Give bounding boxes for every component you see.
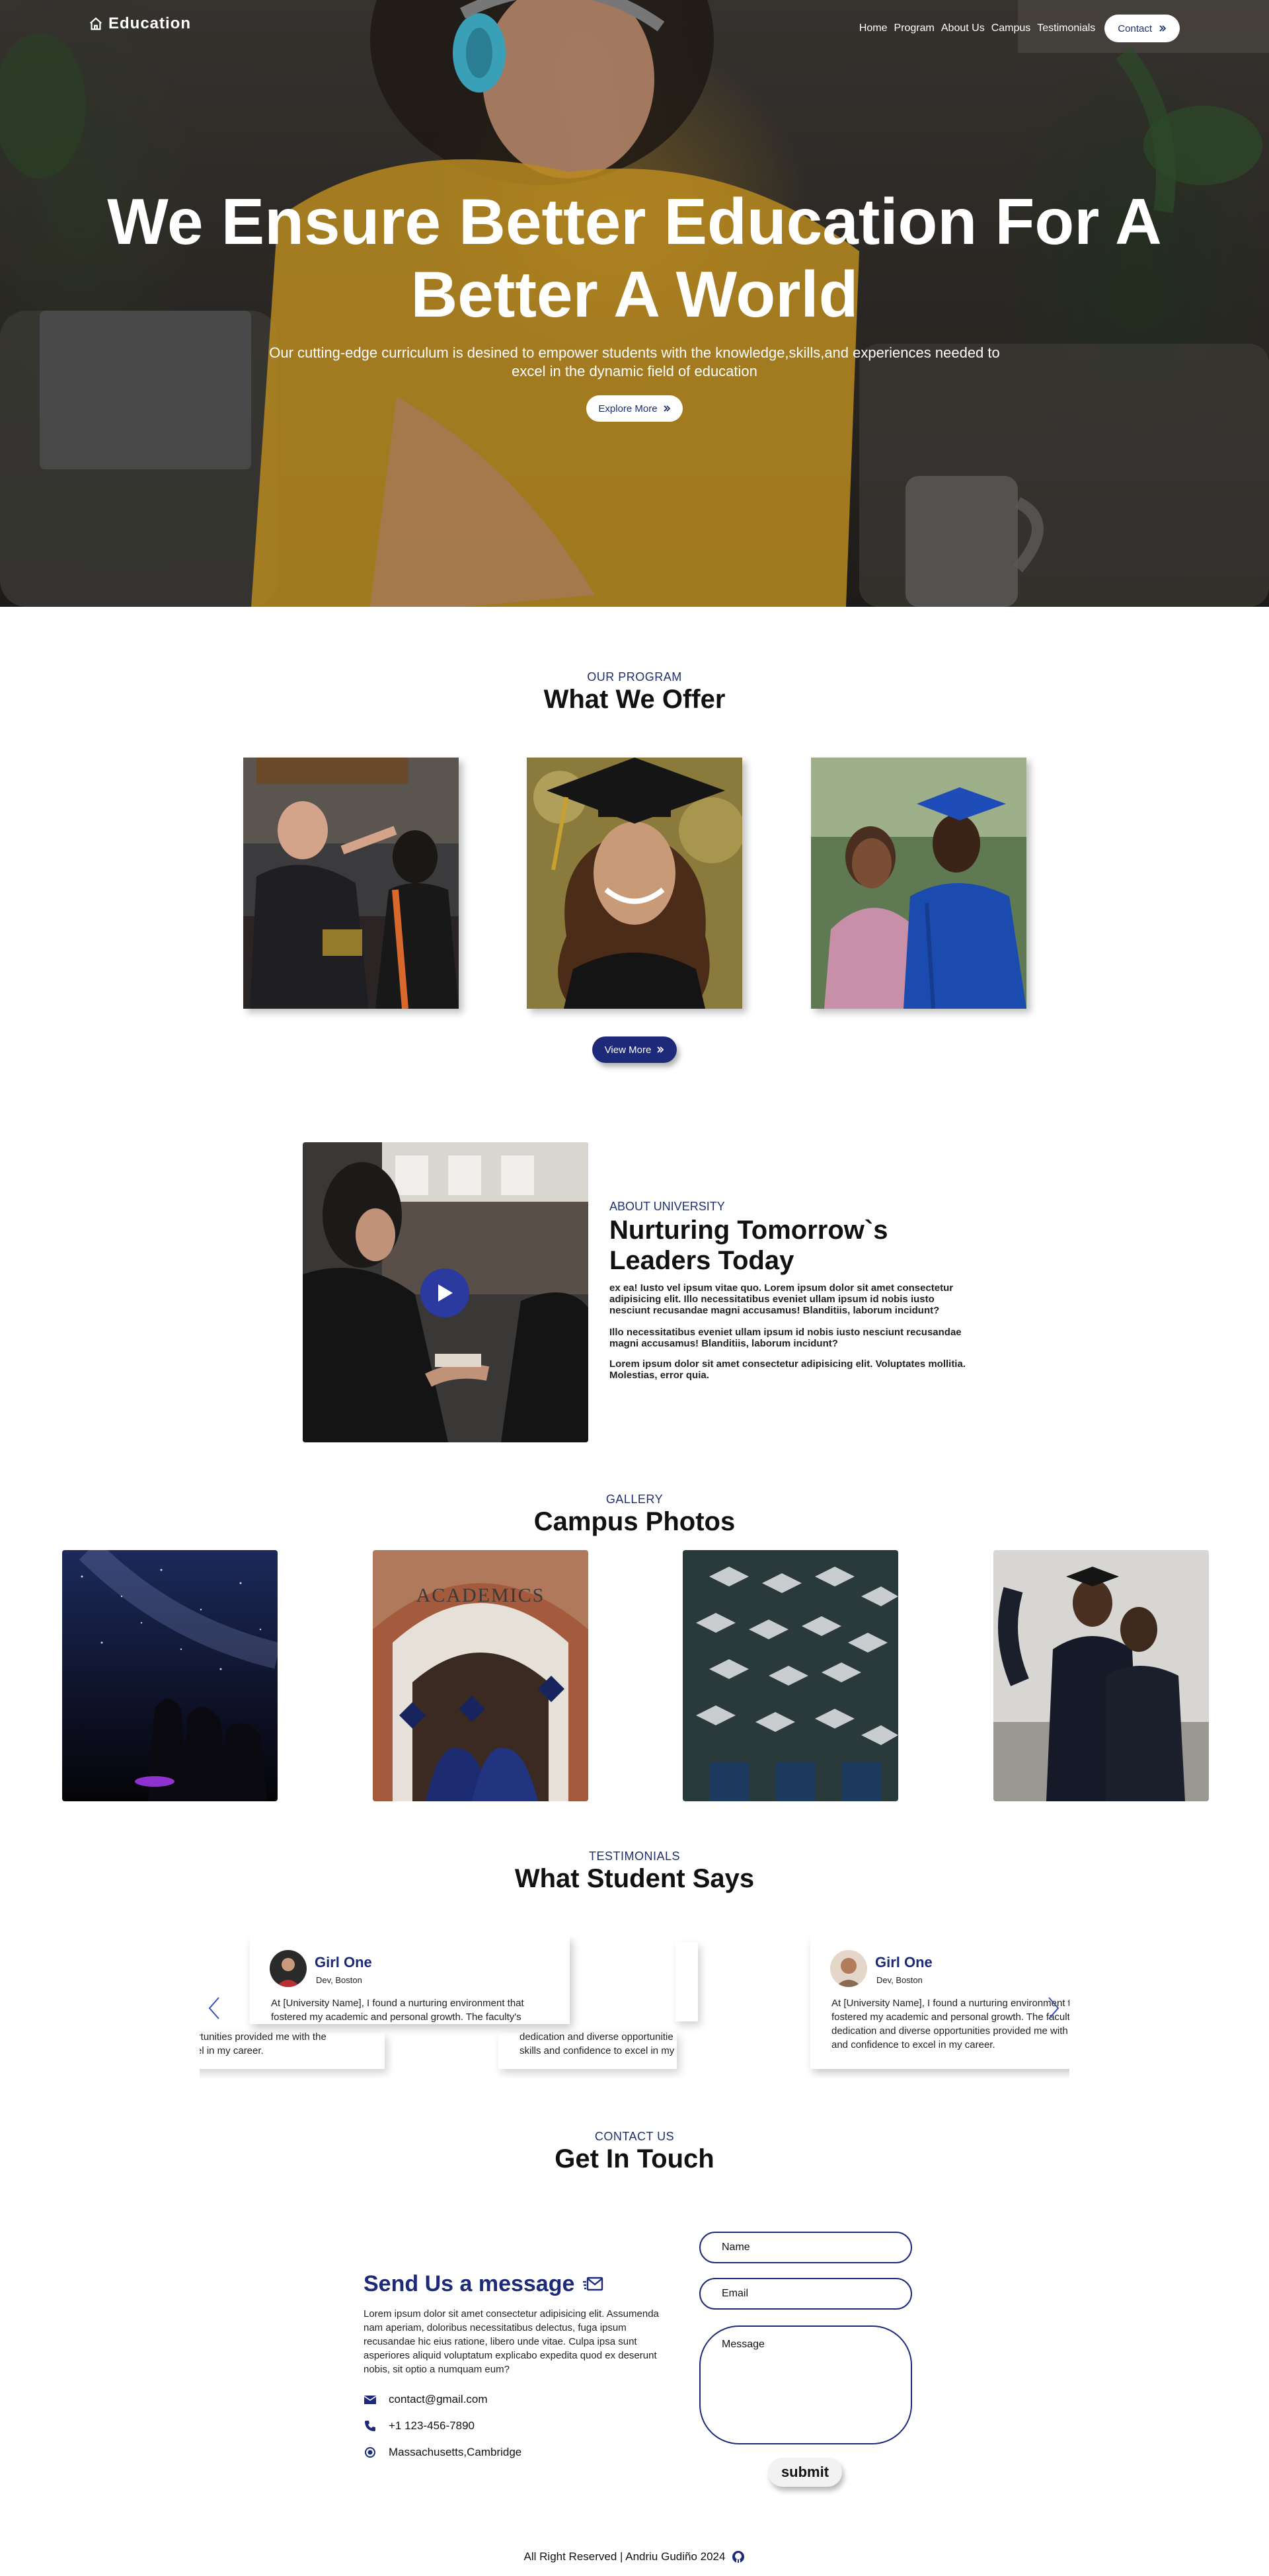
ghost-text-middle-2: skills and confidence to excel in my (519, 2045, 675, 2056)
gallery-photo-1[interactable] (62, 1550, 278, 1801)
testimonials-title: What Student Says (514, 1864, 755, 1893)
hero-title: We Ensure Better Education For A Better … (0, 185, 1269, 331)
envelope-icon (364, 2396, 377, 2404)
testimonial-role: Dev, Boston (316, 1975, 362, 1985)
envelope-send-icon (583, 2277, 603, 2290)
nav-link-campus[interactable]: Campus (991, 22, 1031, 34)
gallery-eyebrow: GALLERY (605, 1493, 664, 1506)
location-pin-icon (365, 2447, 375, 2458)
view-more-button[interactable]: View More (592, 1036, 677, 1063)
contact-email-row[interactable]: contact@gmail.com (364, 2393, 488, 2406)
testimonial-card-ghost-left: portunities provided me with the xcel in… (200, 2031, 385, 2069)
double-chevron-right-icon (663, 405, 670, 412)
contact-title: Get In Touch (555, 2144, 714, 2173)
main-nav: Home Program About Us Campus Testimonial… (859, 15, 1180, 42)
academics-sign: ACADEMICS (416, 1584, 545, 1606)
ghost-text-left-1: portunities provided me with the (200, 2031, 327, 2043)
contact-address: Massachusetts,Cambridge (389, 2446, 522, 2458)
gallery-photo-2[interactable]: ACADEMICS (373, 1550, 588, 1801)
ghost-text-left-2: xcel in my career. (200, 2045, 264, 2056)
view-more-label: View More (604, 1044, 652, 1056)
testimonials-carousel: portunities provided me with the xcel in… (200, 1937, 1069, 2078)
nav-link-testimonials[interactable]: Testimonials (1037, 22, 1095, 34)
phone-icon (365, 2421, 375, 2431)
program-eyebrow: OUR PROGRAM (587, 670, 682, 683)
about-video[interactable] (303, 1142, 588, 1442)
about-paragraph-1: ex ea! Iusto vel ipsum vitae quo. Lorem … (609, 1282, 954, 1316)
explore-more-button[interactable]: Explore More (586, 395, 683, 422)
name-input[interactable] (699, 2232, 912, 2263)
send-message-text: Lorem ipsum dolor sit amet consectetur a… (364, 2308, 659, 2375)
nav-link-program[interactable]: Program (894, 22, 935, 34)
program-card-2[interactable] (527, 758, 742, 1009)
program-photo-graduate-girl (527, 758, 742, 1009)
testimonial-name: Girl One (875, 1954, 933, 1971)
testimonial-card-1: Girl One Dev, Boston At [University Name… (250, 1937, 570, 2024)
testimonial-name: Girl One (315, 1954, 372, 1971)
testimonial-role: Dev, Boston (876, 1975, 923, 1985)
contact-phone-row[interactable]: +1 123-456-7890 (364, 2419, 475, 2433)
send-message-heading: Send Us a message (364, 2271, 603, 2297)
program-card-1[interactable] (243, 758, 459, 1009)
about-paragraph-2: Illo necessitatibus eveniet ullam ipsum … (609, 1327, 962, 1349)
submit-button[interactable]: submit (768, 2458, 842, 2487)
contact-button-label: Contact (1118, 22, 1152, 34)
contact-button[interactable]: Contact (1104, 15, 1180, 42)
program-photo-ceremony (243, 758, 459, 1009)
contact-address-row[interactable]: Massachusetts,Cambridge (364, 2446, 521, 2459)
contact-phone: +1 123-456-7890 (389, 2419, 475, 2432)
footer: All Right Reserved | Andriu Gudiño 2024 (0, 2550, 1269, 2563)
chevron-left-icon (208, 1997, 219, 2019)
site-logo-text: Education (108, 15, 192, 32)
site-logo[interactable]: Education (89, 15, 191, 33)
avatar (270, 1950, 307, 1987)
gallery-photo-graduates (993, 1550, 1209, 1801)
testimonial-card-ghost-middle: dedication and diverse opportunitie skil… (498, 2031, 677, 2069)
program-title: What We Offer (543, 685, 726, 714)
contact-eyebrow: CONTACT US (594, 2130, 675, 2143)
send-message-title: Send Us a message (364, 2271, 575, 2296)
hero-section: Education Home Program About Us Campus T… (0, 0, 1269, 607)
hero-title-line-2: Better A World (410, 258, 859, 331)
program-card-3[interactable] (811, 758, 1026, 1009)
carousel-next-button[interactable] (1047, 1996, 1060, 2020)
gallery-photo-3[interactable] (683, 1550, 898, 1801)
nav-link-about-us[interactable]: About Us (941, 22, 985, 34)
about-eyebrow: ABOUT UNIVERSITY (609, 1200, 725, 1213)
carousel-prev-button[interactable] (208, 1996, 221, 2020)
testimonial-text: At [University Name], I found a nurturin… (271, 1998, 524, 2023)
chevron-right-icon (1048, 1997, 1059, 2019)
message-textarea[interactable] (699, 2325, 912, 2444)
nav-link-home[interactable]: Home (859, 22, 888, 34)
testimonial-card-ghost-edge (675, 1942, 698, 2021)
play-icon (438, 1284, 453, 1302)
testimonial-text: At [University Name], I found a nurturin… (831, 1998, 1069, 2050)
explore-more-label: Explore More (598, 403, 658, 414)
about-paragraph-3: Lorem ipsum dolor sit amet consectetur a… (609, 1358, 966, 1381)
gallery-photo-academics-arch: ACADEMICS (373, 1550, 588, 1801)
contact-email: contact@gmail.com (389, 2393, 488, 2405)
testimonials-eyebrow: TESTIMONIALS (588, 1850, 681, 1863)
hero-subtitle: Our cutting-edge curriculum is desined t… (269, 344, 1000, 379)
hero-title-line-1: We Ensure Better Education For A (107, 185, 1162, 258)
email-input[interactable] (699, 2278, 912, 2310)
gallery-photo-4[interactable] (993, 1550, 1209, 1801)
testimonial-card-2: Girl One Dev, Boston At [University Name… (810, 1937, 1069, 2069)
ghost-text-middle-1: dedication and diverse opportunitie (519, 2031, 673, 2043)
gallery-photo-night-sky (62, 1550, 278, 1801)
home-icon (90, 17, 102, 30)
avatar (830, 1950, 867, 1987)
double-chevron-right-icon (657, 1046, 664, 1053)
gallery-title: Campus Photos (533, 1507, 736, 1536)
gallery-photo-caps (683, 1550, 898, 1801)
about-title: Nurturing Tomorrow`s Leaders Today (609, 1216, 888, 1275)
footer-text: All Right Reserved | Andriu Gudiño 2024 (523, 2550, 726, 2563)
play-button[interactable] (420, 1268, 469, 1317)
program-photo-family (811, 758, 1026, 1009)
github-icon[interactable] (732, 2550, 745, 2563)
double-chevron-right-icon (1159, 25, 1167, 32)
